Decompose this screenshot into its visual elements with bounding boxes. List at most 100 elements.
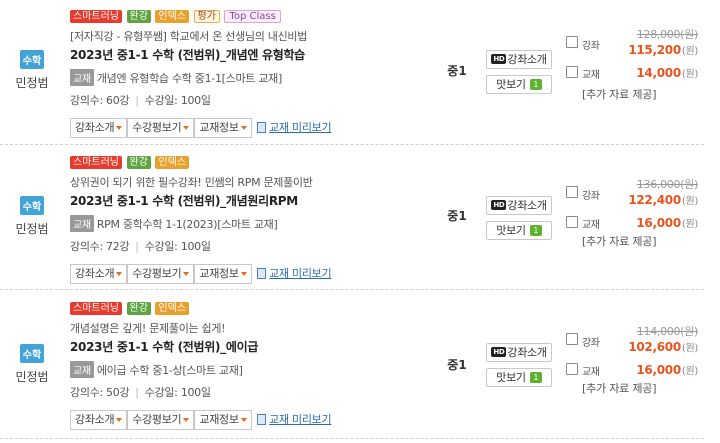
enroll-duration: 수강일: 100일 — [144, 94, 211, 107]
textbook-line: 교재 RPM 중학수학 1-1(2023)[스마트 교재] — [70, 215, 430, 232]
textbook-info-label: 교재정보 — [199, 413, 239, 426]
stats-divider: | — [135, 240, 139, 253]
won-unit: (원) — [681, 69, 698, 80]
sample-lecture-button[interactable]: 맛보기 1 — [486, 221, 552, 240]
extra-material: [추가 자료 제공] — [582, 235, 657, 248]
textbook-line: 교재 에이급 수학 중1-상[스마트 교재] — [70, 361, 430, 378]
lecture-price-line: 강좌 122,400(원) — [566, 186, 700, 214]
lecture-checkbox[interactable] — [566, 333, 578, 345]
textbook-preview-label: 교재 미리보기 — [269, 267, 332, 280]
textbook-price: 14,000(원) — [636, 65, 698, 80]
chevron-down-icon — [116, 418, 123, 422]
sale-price-value: 122,400 — [628, 193, 681, 207]
sample-lecture-button[interactable]: 맛보기 1 — [486, 75, 552, 94]
course-intro-label: 강좌소개 — [75, 413, 115, 426]
textbook-preview-label: 교재 미리보기 — [269, 413, 332, 426]
grade-label: 중1 — [447, 209, 467, 223]
textbook-label: 교재 — [582, 70, 600, 81]
row-divider — [0, 289, 704, 290]
textbook-label: 교재 — [582, 367, 600, 378]
lecture-label: 강좌 — [582, 41, 600, 52]
course-intro-button-label: 강좌소개 — [507, 53, 547, 66]
tag-list: 스마트러닝 완강 인덱스 평가 Top Class — [70, 10, 430, 24]
textbook-checkbox[interactable] — [566, 66, 578, 78]
course-title[interactable]: 2023년 중1-1 수학 (전범위)_개념엔 유형학습 — [70, 46, 430, 63]
course-intro-button-label: 강좌소개 — [507, 199, 547, 212]
textbook-name: RPM 중학수학 1-1(2023)[스마트 교재] — [96, 218, 278, 231]
review-dropdown[interactable]: 수강평보기 — [127, 118, 195, 138]
book-icon — [257, 121, 267, 133]
review-dropdown[interactable]: 수강평보기 — [127, 410, 195, 430]
extra-material: [추가 자료 제공] — [582, 382, 657, 395]
action-buttons: HD 강좌소개 맛보기 1 — [486, 343, 552, 387]
lecture-label: 강좌 — [582, 191, 600, 202]
textbook-info-dropdown[interactable]: 교재정보 — [194, 410, 252, 430]
course-intro-label: 강좌소개 — [75, 267, 115, 280]
course-buttons: 강좌소개 수강평보기 교재정보 교재 미리보기 — [70, 410, 430, 430]
course-intro-button-label: 강좌소개 — [507, 346, 547, 359]
hd-icon: HD — [491, 200, 507, 210]
lecture-price-line: 강좌 102,600(원) — [566, 333, 700, 361]
sale-price: 115,200(원) — [628, 42, 698, 57]
lecture-count: 강의수: 60강 — [70, 94, 130, 107]
tag-list: 스마트러닝 완강 인덱스 — [70, 156, 430, 170]
review-label: 수강평보기 — [132, 267, 182, 280]
grade-label: 중1 — [447, 64, 467, 78]
sample-lecture-button[interactable]: 맛보기 1 — [486, 368, 552, 387]
subject-badge: 수학 — [19, 344, 45, 363]
textbook-badge: 교재 — [70, 69, 94, 86]
tag-list: 스마트러닝 완강 인덱스 — [70, 302, 430, 316]
extra-material: [추가 자료 제공] — [582, 88, 657, 101]
textbook-price-line: 교재 16,000(원) — [566, 361, 700, 381]
course-title[interactable]: 2023년 중1-1 수학 (전범위)_에이급 — [70, 338, 430, 355]
course-intro-dropdown[interactable]: 강좌소개 — [70, 410, 128, 430]
textbook-price-line: 교재 16,000(원) — [566, 214, 700, 234]
textbook-checkbox[interactable] — [566, 363, 578, 375]
won-unit: (원) — [681, 46, 698, 57]
course-intro-button[interactable]: HD 강좌소개 — [486, 50, 552, 69]
subject-badge: 수학 — [19, 50, 45, 69]
textbook-info-label: 교재정보 — [199, 267, 239, 280]
course-intro-dropdown[interactable]: 강좌소개 — [70, 118, 128, 138]
textbook-preview-link[interactable]: 교재 미리보기 — [257, 410, 332, 430]
textbook-info-dropdown[interactable]: 교재정보 — [194, 264, 252, 284]
original-price: 114,000(원) — [636, 325, 699, 338]
textbook-preview-label: 교재 미리보기 — [269, 121, 332, 134]
book-icon — [257, 413, 267, 425]
sale-price: 122,400(원) — [628, 192, 698, 207]
textbook-label: 교재 — [582, 220, 600, 231]
chevron-down-icon — [240, 272, 247, 276]
price-panel: 114,000(원) 강좌 102,600(원) 교재 16,000(원) [추… — [566, 323, 700, 395]
textbook-preview-link[interactable]: 교재 미리보기 — [257, 264, 332, 284]
review-dropdown[interactable]: 수강평보기 — [127, 264, 195, 284]
textbook-info-dropdown[interactable]: 교재정보 — [194, 118, 252, 138]
course-title[interactable]: 2023년 중1-1 수학 (전범위)_개념원리RPM — [70, 192, 430, 209]
course-intro-label: 강좌소개 — [75, 121, 115, 134]
lecture-count: 강의수: 50강 — [70, 386, 130, 399]
sample-lecture-label: 맛보기 — [496, 78, 526, 91]
sample-count-badge: 1 — [529, 371, 542, 383]
course-row: 수학 민정범 스마트러닝 완강 인덱스 평가 Top Class [저자직강 -… — [0, 0, 704, 146]
subject-cell: 수학 민정범 — [0, 344, 64, 385]
textbook-price: 16,000(원) — [636, 215, 698, 230]
course-buttons: 강좌소개 수강평보기 교재정보 교재 미리보기 — [70, 264, 430, 284]
textbook-info-label: 교재정보 — [199, 121, 239, 134]
course-intro-button[interactable]: HD 강좌소개 — [486, 343, 552, 362]
course-row: 수학 민정범 스마트러닝 완강 인덱스 개념설명은 깊게! 문제풀이는 쉽게! … — [0, 292, 704, 443]
textbook-checkbox[interactable] — [566, 216, 578, 228]
textbook-preview-link[interactable]: 교재 미리보기 — [257, 118, 332, 138]
action-buttons: HD 강좌소개 맛보기 1 — [486, 50, 552, 94]
textbook-price: 16,000(원) — [636, 362, 698, 377]
lecture-checkbox[interactable] — [566, 186, 578, 198]
tag-index: 인덱스 — [155, 156, 190, 169]
course-intro-dropdown[interactable]: 강좌소개 — [70, 264, 128, 284]
chevron-down-icon — [116, 126, 123, 130]
lecture-checkbox[interactable] — [566, 36, 578, 48]
course-intro-button[interactable]: HD 강좌소개 — [486, 196, 552, 215]
sale-price-value: 102,600 — [628, 340, 681, 354]
book-icon — [257, 267, 267, 279]
subject-cell: 수학 민정범 — [0, 50, 64, 91]
review-label: 수강평보기 — [132, 413, 182, 426]
sample-lecture-label: 맛보기 — [496, 224, 526, 237]
chevron-down-icon — [183, 126, 190, 130]
